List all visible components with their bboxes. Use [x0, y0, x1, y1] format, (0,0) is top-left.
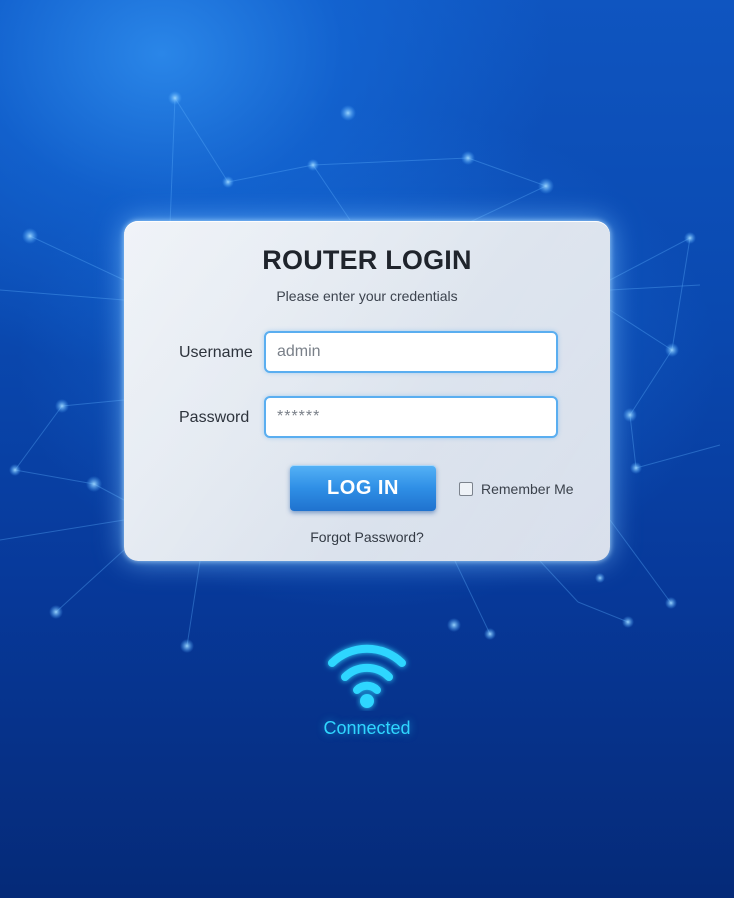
remember-me-label[interactable]: Remember Me [481, 481, 574, 497]
username-label: Username [179, 344, 253, 361]
password-label: Password [179, 409, 250, 426]
wifi-icon [328, 644, 406, 708]
login-card: ROUTER LOGIN Please enter your credentia… [124, 221, 610, 561]
forgot-password-link[interactable]: Forgot Password? [124, 529, 610, 545]
login-button[interactable]: LOG IN [290, 465, 436, 511]
page-title: ROUTER LOGIN [262, 245, 472, 275]
remember-me-checkbox[interactable] [459, 482, 473, 496]
remember-me[interactable]: Remember Me [459, 480, 574, 498]
username-input[interactable]: admin [264, 331, 558, 373]
page-subtitle: Please enter your credentials [276, 288, 458, 304]
connection-status-label: Connected [323, 718, 411, 738]
password-input[interactable]: ****** [264, 396, 558, 438]
